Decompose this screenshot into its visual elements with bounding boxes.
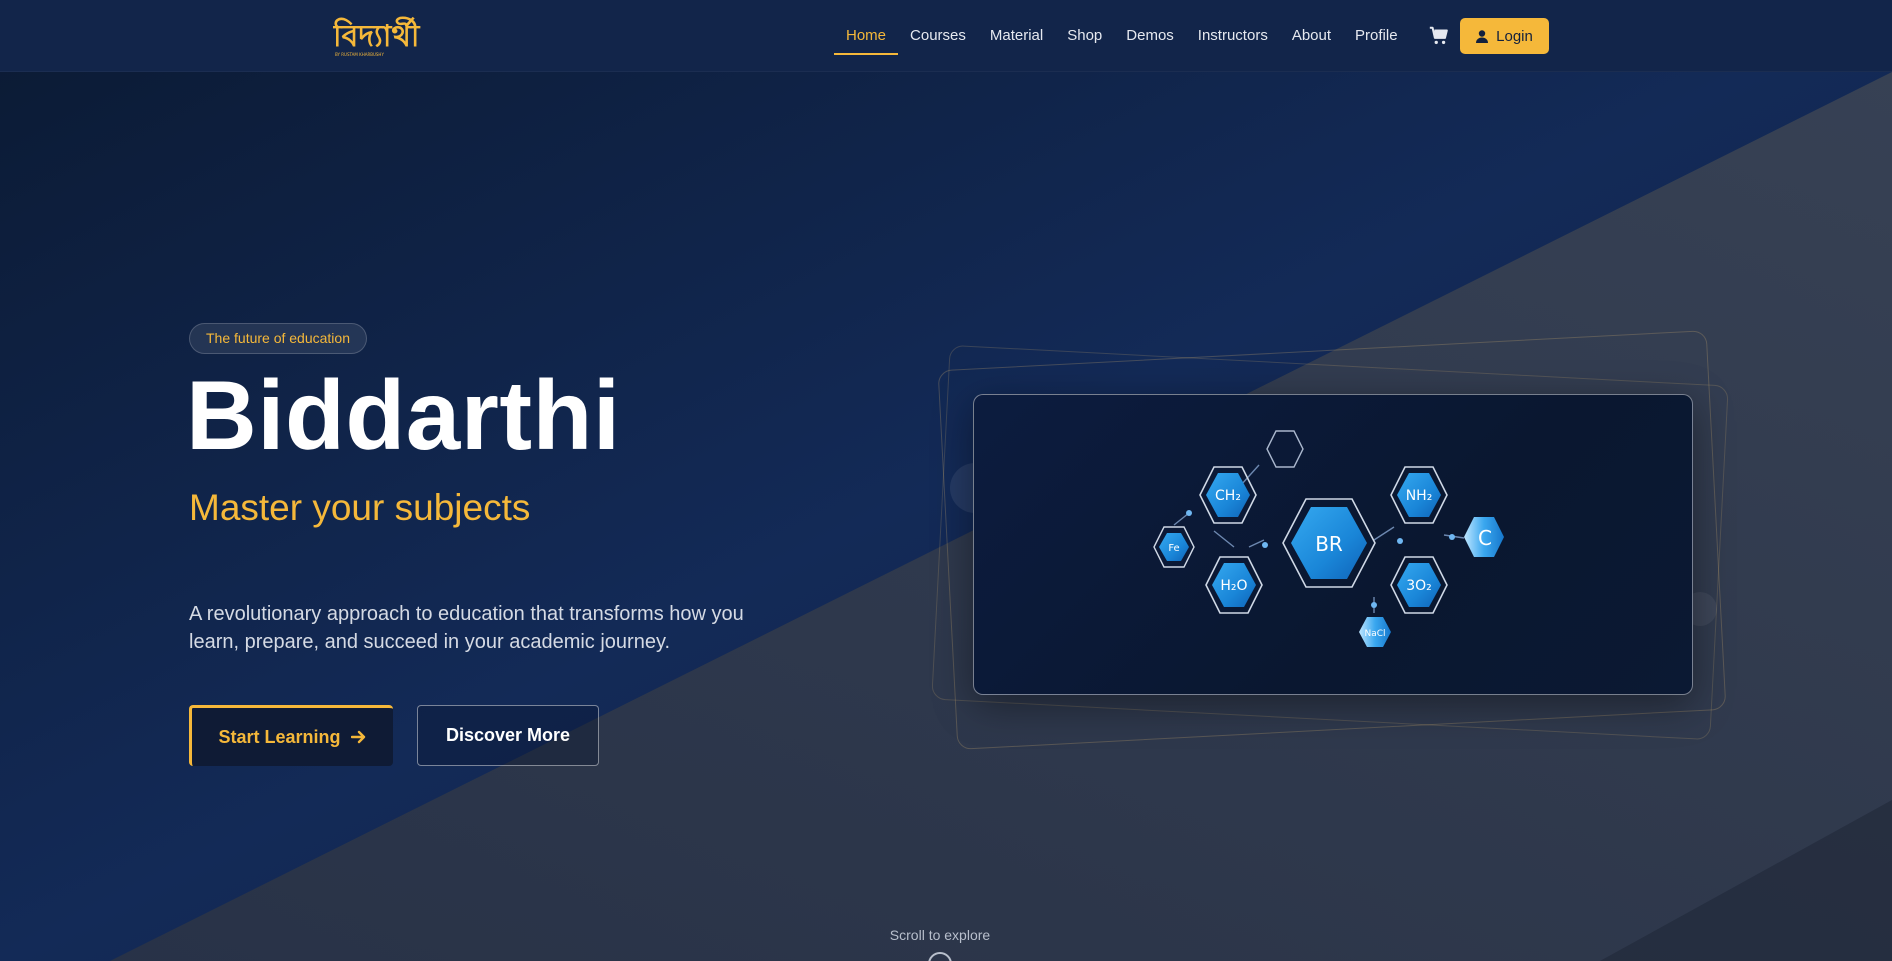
svg-text:BR: BR (1315, 532, 1343, 556)
molecule-illustration: BR CH₂ H₂O Fe NH₂ 3O₂ C NaCl (1153, 430, 1504, 647)
top-navbar: বিদ্যার্থী BY RUSTAM KHARBUSHY Home Cour… (0, 0, 1892, 72)
svg-text:CH₂: CH₂ (1215, 488, 1241, 504)
discover-more-button[interactable]: Discover More (417, 705, 599, 766)
login-button[interactable]: Login (1460, 18, 1549, 54)
nav-material[interactable]: Material (978, 0, 1055, 72)
svg-text:3O₂: 3O₂ (1406, 578, 1432, 594)
nav-home[interactable]: Home (834, 0, 899, 72)
user-icon (1476, 29, 1489, 43)
hero-description: A revolutionary approach to education th… (189, 603, 744, 653)
hero-subtitle: Master your subjects (189, 487, 531, 528)
discover-more-label: Discover More (445, 725, 571, 745)
svg-text:NaCl: NaCl (1364, 629, 1385, 639)
arrow-right-icon (350, 730, 365, 744)
hero-title: Biddarthi (186, 360, 621, 470)
cart-icon[interactable] (1428, 25, 1450, 47)
start-learning-button[interactable]: Start Learning (189, 705, 393, 766)
nav-demos[interactable]: Demos (1114, 0, 1186, 72)
hero-badge: The future of education (189, 323, 367, 354)
hero-image-card: BR CH₂ H₂O Fe NH₂ 3O₂ C NaCl (973, 394, 1693, 695)
scroll-hint: Scroll to explore (889, 927, 991, 943)
nav-profile[interactable]: Profile (1343, 0, 1410, 72)
biddarthi-logo[interactable]: বিদ্যার্থী BY RUSTAM KHARBUSHY (333, 14, 425, 58)
nav-courses[interactable]: Courses (898, 0, 978, 72)
svg-text:Fe: Fe (1168, 543, 1179, 554)
start-learning-label: Start Learning (218, 726, 341, 747)
svg-text:C: C (1478, 526, 1492, 550)
nav-about[interactable]: About (1280, 0, 1343, 72)
login-label: Login (1496, 27, 1533, 45)
svg-text:H₂O: H₂O (1220, 578, 1247, 594)
nav-shop[interactable]: Shop (1055, 0, 1114, 72)
main-menu: Home Courses Material Shop Demos Instruc… (834, 0, 1410, 72)
nav-instructors[interactable]: Instructors (1186, 0, 1280, 72)
svg-text:বিদ্যার্থী: বিদ্যার্থী (333, 16, 421, 54)
svg-text:NH₂: NH₂ (1406, 488, 1433, 504)
svg-text:BY RUSTAM KHARBUSHY: BY RUSTAM KHARBUSHY (335, 52, 384, 57)
